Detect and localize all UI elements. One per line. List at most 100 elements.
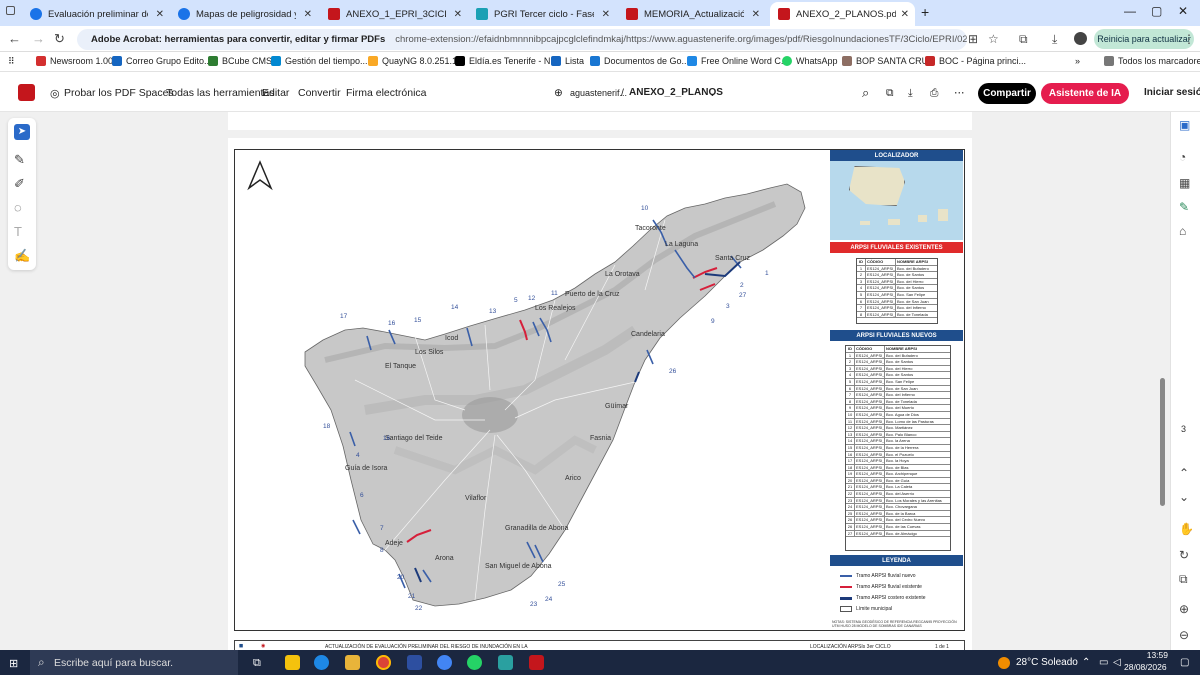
domain-label[interactable]: aguastenerif... [570,88,627,98]
comments-icon[interactable]: ◔ [1179,150,1186,164]
menu-icon[interactable]: ⋮ [1183,32,1195,46]
sign-in-button[interactable]: Iniciar sesión [1144,87,1200,98]
tab-evaluacion[interactable]: Evaluación preliminar del riesgo ✕ [22,2,170,26]
draw-tool-icon[interactable]: ✐ [14,176,25,192]
close-window-button[interactable]: ✕ [1178,4,1188,18]
taskbar-search[interactable]: ⌕ Escribe aquí para buscar. [30,650,238,675]
windows-start-icon[interactable]: ⊞ [9,657,18,670]
tab-pgri[interactable]: PGRI Tercer ciclo - Fase de info ✕ [468,2,616,26]
app-icon-m[interactable] [407,655,422,670]
extensions-icon[interactable]: ⧉ [1019,32,1028,47]
hand-tool-icon[interactable]: ✋ [1179,522,1194,536]
try-pdf-spaces-button[interactable]: Probar los PDF Spaces [64,87,174,99]
download-icon[interactable]: ⤓ [1052,32,1057,47]
acrobat-header: ◎ Probar los PDF Spaces Todas las herram… [0,74,1200,112]
edit-icon[interactable]: ✎ [1179,200,1189,214]
menu-all-tools[interactable]: Todas las herramientas [166,87,275,99]
thumbnails-icon[interactable]: ▦ [1179,176,1190,190]
page-down-icon[interactable]: ⌄ [1179,490,1189,504]
reload-icon[interactable]: ↻ [54,31,65,47]
bookmark-gestion[interactable]: Gestión del tiempo... [271,56,368,66]
close-tab-icon[interactable]: ✕ [454,9,462,20]
app-icon-round[interactable] [437,655,452,670]
whatsapp-icon[interactable] [467,655,482,670]
forward-icon[interactable]: → [32,31,45,46]
tab-memoria[interactable]: MEMORIA_Actualización_EPRI ✕ [618,2,766,26]
tab-search-icon[interactable] [6,6,15,15]
tab-anexo-1[interactable]: ANEXO_1_EPRI_3CICLO.pdf (PR ✕ [320,2,468,26]
close-tab-icon[interactable]: ✕ [602,9,610,20]
clock-date[interactable]: 28/08/2026 [1124,662,1167,672]
table-row: 5ES124_ARPSI_0030Bco. San Felipe [857,291,937,299]
select-tool-icon[interactable]: ➤ [14,124,30,140]
menu-edit[interactable]: Editar [262,87,289,99]
acrobat-icon[interactable] [529,655,544,670]
acrobat-logo-icon[interactable] [18,84,35,101]
edge-icon[interactable] [314,655,329,670]
lasso-tool-icon[interactable]: ◌ [14,200,22,215]
table-cell: 19 [846,471,855,477]
more-options-icon[interactable]: ⋯ [954,87,965,99]
back-icon[interactable]: ← [8,31,21,46]
menu-convert[interactable]: Convertir [298,87,341,99]
translate-icon[interactable]: ⊞ [968,32,978,46]
scrollbar-thumb[interactable] [1160,378,1165,506]
close-tab-icon[interactable]: ✕ [901,9,909,20]
bookmark-bop[interactable]: BOP SANTA CRUZ [842,56,934,66]
zoom-in-icon[interactable]: ⊕ [1179,602,1189,616]
share-button[interactable]: Compartir [978,83,1036,104]
menu-esign[interactable]: Firma electrónica [346,87,427,99]
rotate-icon[interactable]: ↻ [1179,548,1189,562]
search-icon[interactable]: ⌕ [862,85,869,101]
chevron-down-icon[interactable]: ⌄ [708,87,717,99]
download-icon[interactable]: ⤓ [908,87,913,100]
bookmark-freeword[interactable]: Free Online Word C... [687,56,788,66]
more-bookmarks-icon[interactable]: » [1075,56,1080,66]
address-bar[interactable]: Adobe Acrobat: herramientas para convert… [77,29,967,50]
bookmark-bcube[interactable]: BCube CMS [208,56,272,66]
bookmark-lista[interactable]: Lista [551,56,584,66]
bookmark-star-icon[interactable]: ☆ [988,32,999,46]
bookmark-icon[interactable]: ⌂ [1179,224,1186,238]
volume-icon[interactable]: ◁ [1113,657,1121,668]
print-icon[interactable]: ⎙ [930,87,938,100]
zoom-out-icon[interactable]: ⊖ [1179,628,1189,642]
bookmark-newsroom[interactable]: Newsroom 1.00 [36,56,113,66]
text-tool-icon[interactable]: T [14,224,22,239]
clock-time[interactable]: 13:59 [1136,650,1168,660]
tab-anexo-2-active[interactable]: ANEXO_2_PLANOS.pdf (PROTE ✕ [770,2,915,26]
all-bookmarks[interactable]: Todos los marcadores [1104,56,1200,66]
bookmark-eldia[interactable]: Eldía.es Tenerife - N... [455,56,558,66]
bookmark-documentos[interactable]: Documentos de Go... [590,56,689,66]
bookmark-quayng[interactable]: QuayNG 8.0.251.11 [368,56,461,66]
relaunch-button[interactable]: Reinicia para actualizar [1094,29,1194,49]
app-icon-sticky[interactable] [285,655,300,670]
close-tab-icon[interactable]: ✕ [752,9,760,20]
chrome-icon[interactable] [376,655,391,670]
maximize-button[interactable]: ▢ [1151,4,1162,18]
profile-avatar[interactable] [1074,32,1087,45]
bookmark-correo[interactable]: Correo Grupo Edito... [112,56,212,66]
apps-icon[interactable]: ⠿ [8,56,15,67]
file-explorer-icon[interactable] [345,655,360,670]
close-tab-icon[interactable]: ✕ [156,9,164,20]
network-icon[interactable]: ▭ [1099,657,1108,668]
ai-assistant-button[interactable]: Asistente de IA [1041,83,1129,104]
pages-icon[interactable]: ⧉ [886,87,894,100]
bookmark-whatsapp[interactable]: WhatsApp [782,56,838,66]
bookmark-boc[interactable]: BOC - Página princi... [925,56,1026,66]
notifications-icon[interactable]: ▢ [1180,657,1189,668]
close-tab-icon[interactable]: ✕ [304,9,312,20]
fit-page-icon[interactable]: ⧉ [1179,572,1188,587]
tab-mapas[interactable]: Mapas de peligrosidad y riesgo ✕ [170,2,318,26]
new-tab-button[interactable]: + [921,4,929,20]
app-icon-tiles[interactable] [498,655,513,670]
ai-chat-icon[interactable]: ▣ [1179,118,1190,132]
sign-tool-icon[interactable]: ✍ [14,248,30,264]
page-up-icon[interactable]: ⌃ [1179,466,1189,480]
minimize-button[interactable]: — [1124,4,1136,18]
weather-text[interactable]: 28°C Soleado [1016,657,1078,668]
task-view-icon[interactable]: ⧉ [253,657,261,670]
comment-tool-icon[interactable]: ✎ [14,152,25,168]
tray-chevron-icon[interactable]: ⌃ [1082,657,1090,668]
